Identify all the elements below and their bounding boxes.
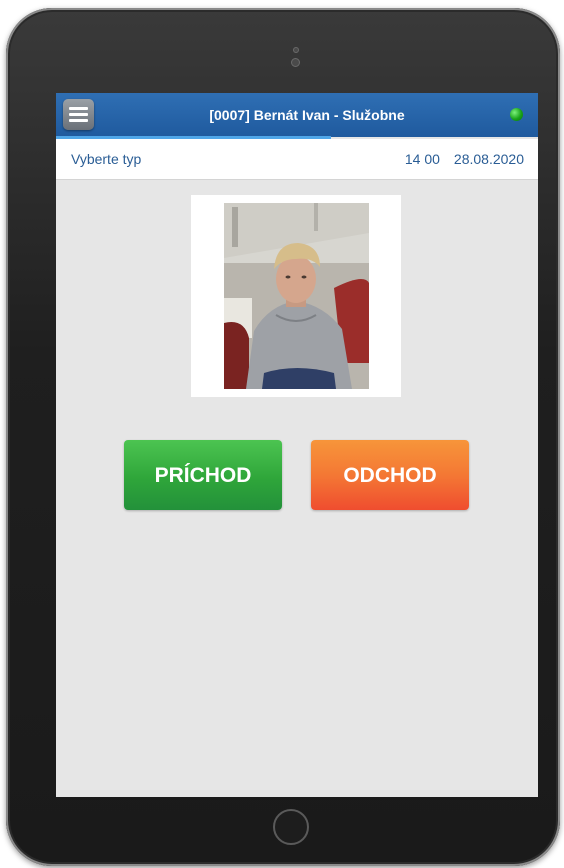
status-dot-icon xyxy=(510,108,523,121)
date-text: 28.08.2020 xyxy=(453,151,524,167)
datetime-display: 14 00 28.08.2020 xyxy=(405,139,524,179)
hamburger-menu-icon[interactable] xyxy=(63,99,94,130)
select-type-label: Vyberte typ xyxy=(71,151,142,167)
employee-photo xyxy=(224,203,369,389)
app-screen: [0007] Bernát Ivan - Služobne Vyberte ty… xyxy=(56,93,538,797)
departure-button[interactable]: ODCHOD xyxy=(311,440,469,510)
employee-photo-image xyxy=(224,203,369,389)
tablet-frame: [0007] Bernát Ivan - Služobne Vyberte ty… xyxy=(6,8,560,866)
arrival-button[interactable]: PRÍCHOD xyxy=(124,440,282,510)
subheader: Vyberte typ 14 00 28.08.2020 xyxy=(56,139,538,180)
employee-photo-frame xyxy=(191,195,401,397)
sensor-icon xyxy=(293,47,299,53)
time-text: 14 00 xyxy=(404,151,440,167)
page-title: [0007] Bernát Ivan - Služobne xyxy=(209,107,405,123)
home-button-icon[interactable] xyxy=(273,809,309,845)
front-camera-icon xyxy=(291,58,300,67)
app-header: [0007] Bernát Ivan - Služobne xyxy=(56,93,538,137)
